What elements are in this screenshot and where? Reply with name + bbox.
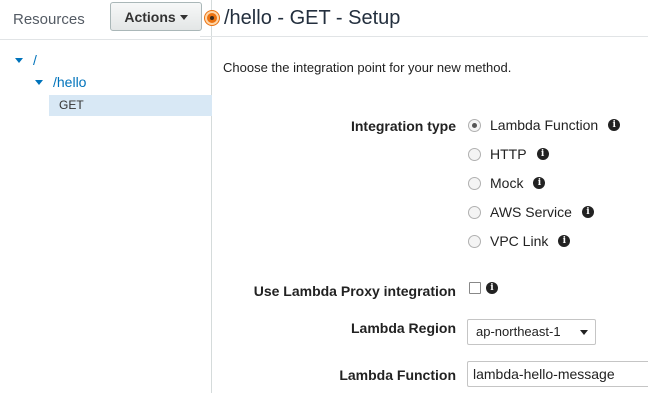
radio-button[interactable] [468,234,481,248]
radio-label[interactable]: Mock [490,175,523,191]
radio-option-vpc-link[interactable]: VPC Link i [468,233,571,249]
radio-label[interactable]: AWS Service [490,204,572,220]
lambda-function-label: Lambda Function [339,367,456,383]
info-icon[interactable]: i [558,235,571,247]
api-gateway-app: Resources Actions / /hello GET /hello - … [0,0,648,393]
lambda-proxy-label: Use Lambda Proxy integration [253,283,456,299]
info-icon[interactable]: i [581,206,594,218]
page-header: /hello - GET - Setup [200,0,648,37]
sidebar-header: Resources Actions [0,0,212,40]
tree-item-hello[interactable]: /hello [35,74,86,90]
radio-button[interactable] [468,118,481,132]
radio-option-mock[interactable]: Mock i [468,175,546,191]
intro-text: Choose the integration point for your ne… [223,60,512,75]
integration-type-label: Integration type [350,118,456,134]
lambda-region-value: ap-northeast-1 [476,324,561,339]
lambda-region-select[interactable]: ap-northeast-1 [467,319,596,345]
sidebar-title: Resources [13,11,85,28]
caret-down-icon[interactable] [15,57,23,63]
radio-label[interactable]: VPC Link [490,233,548,249]
lambda-function-input[interactable] [467,361,648,387]
caret-down-icon [179,14,188,20]
radio-option-http[interactable]: HTTP i [468,146,549,162]
tree-item-get-method[interactable]: GET [49,95,212,116]
status-dot-icon [205,11,219,25]
info-icon[interactable]: i [486,282,498,294]
info-icon[interactable]: i [533,177,546,189]
tree-item-root[interactable]: / [15,52,37,68]
method-setup-panel: /hello - GET - Setup Choose the integrat… [200,0,648,393]
caret-down-icon [580,330,588,335]
radio-option-lambda-function[interactable]: Lambda Function i [468,117,621,133]
tree-item-label[interactable]: / [33,52,37,68]
lambda-region-label: Lambda Region [350,320,456,336]
actions-button[interactable]: Actions [110,2,202,31]
lambda-proxy-checkbox[interactable] [469,282,481,294]
actions-button-label: Actions [124,8,176,25]
tree-item-label[interactable]: /hello [53,74,86,90]
page-title: /hello - GET - Setup [224,7,401,29]
radio-button[interactable] [468,205,481,219]
radio-option-aws-service[interactable]: AWS Service i [468,204,594,220]
caret-down-icon[interactable] [35,79,43,85]
info-icon[interactable]: i [608,119,621,131]
radio-button[interactable] [468,147,481,161]
resources-sidebar: Resources Actions / /hello GET [0,0,212,393]
radio-label[interactable]: Lambda Function [490,117,598,133]
info-icon[interactable]: i [536,148,549,160]
radio-label[interactable]: HTTP [490,146,527,162]
radio-button[interactable] [468,176,481,190]
